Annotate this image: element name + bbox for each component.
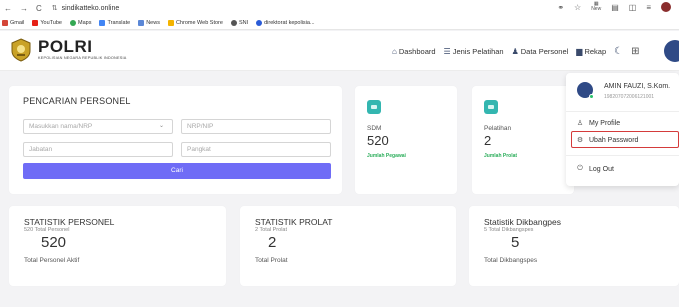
polri-logo-icon[interactable] [10, 38, 32, 62]
extensions-icon[interactable]: ◫ [629, 3, 637, 12]
nav-jenis-pelatihan[interactable]: ☰ Jenis Pelatihan [444, 47, 504, 56]
tile-subtitle: Jumlah Pegawai [367, 153, 406, 159]
brand-subtitle: KEPOLISIAN NEGARA REPUBLIK INDONESIA [38, 56, 127, 60]
online-status-icon [589, 94, 594, 99]
bookmark-maps[interactable]: Maps [70, 19, 91, 26]
user-icon: ♙ [576, 120, 584, 127]
reload-icon[interactable]: C [36, 4, 42, 13]
profile-name: AMIN FAUZI, S.Kom. [604, 83, 671, 90]
tile-subtitle: Jumlah Prolat [484, 153, 518, 159]
power-icon: ⏻ [577, 165, 583, 172]
nrp-input[interactable]: NRP/NIP [181, 119, 331, 134]
address-bar[interactable]: ⇅ sindikatteko.online [52, 4, 120, 13]
globe-icon [230, 19, 237, 26]
stat-dikbangpes-card: Statistik Dikbangpes 5 Total Dikbangspes… [469, 206, 679, 286]
site-info-icon[interactable]: ⇅ [52, 4, 58, 12]
back-arrow-icon[interactable]: ← [4, 4, 12, 13]
avatar [577, 82, 594, 99]
stat-subtitle: 5 Total Dikbangspes [484, 227, 534, 233]
pangkat-input[interactable]: Pangkat [181, 142, 331, 157]
sdm-icon [367, 100, 381, 114]
stat-title: STATISTIK PERSONEL [24, 217, 115, 227]
stat-footer: Total Prolat [255, 257, 288, 264]
nav-dashboard[interactable]: ⌂ Dashboard [392, 47, 436, 56]
ubah-password-link[interactable]: ⚙ Ubah Password [576, 136, 639, 145]
nav-data-personel[interactable]: ♟ Data Personel [512, 47, 569, 56]
brand[interactable]: POLRI KEPOLISIAN NEGARA REPUBLIK INDONES… [38, 37, 127, 60]
main-nav: ⌂ Dashboard ☰ Jenis Pelatihan ♟ Data Person… [392, 31, 640, 71]
name-select[interactable]: Masukkan nama/NRP ⌄ [23, 119, 173, 134]
stat-value: 520 [41, 234, 67, 251]
bookmark-youtube[interactable]: YouTube [32, 19, 62, 26]
stat-subtitle: 520 Total Personel [24, 227, 70, 233]
search-button[interactable]: Cari [23, 163, 331, 179]
bookmark-news[interactable]: News [138, 19, 160, 26]
site-favicon-icon [256, 19, 263, 26]
tile-value: 520 [367, 133, 389, 148]
browser-toolbar: ← → C ⇅ sindikatteko.online ⚭ ☆ ▦ New ▤ ◫… [0, 0, 679, 16]
chevron-down-icon: ⌄ [158, 123, 164, 129]
grid-icon[interactable]: ⊞ [631, 46, 639, 57]
stat-subtitle: 2 Total Prolat [255, 227, 288, 233]
nav-rekap[interactable]: ▆ Rekap [576, 47, 606, 56]
browser-nav: ← → C [4, 4, 42, 13]
password-key-icon[interactable]: ⚭ [557, 3, 564, 12]
report-icon: ▆ [576, 46, 583, 56]
profile-nip: 198207072006121001 [604, 94, 655, 100]
home-icon: ⌂ [392, 46, 397, 56]
list-icon: ☰ [443, 46, 451, 56]
new-feature-icon[interactable]: ▦ New [591, 2, 601, 12]
divider [566, 155, 679, 156]
moon-icon[interactable]: ☾ [614, 46, 623, 57]
settings-icon: ⚙ [576, 137, 584, 144]
avatar[interactable] [664, 40, 679, 62]
bookmark-star-icon[interactable]: ☆ [574, 3, 581, 12]
search-card: PENCARIAN PERSONEL Masukkan nama/NRP ⌄ N… [9, 86, 342, 194]
bookmark-sni[interactable]: SNI [230, 19, 248, 26]
stat-footer: Total Dikbangspes [484, 257, 538, 264]
tile-label: SDM [367, 125, 382, 132]
stat-title: STATISTIK PROLAT [255, 217, 333, 227]
translate-icon [99, 19, 106, 26]
tile-sdm: SDM 520 Jumlah Pegawai [355, 86, 457, 194]
bookmark-translate[interactable]: Translate [99, 19, 130, 26]
tile-pelatihan: Pelatihan 2 Jumlah Prolat [472, 86, 574, 194]
browser-profile-icon[interactable] [661, 2, 671, 12]
search-title: PENCARIAN PERSONEL [23, 96, 131, 106]
my-profile-link[interactable]: ♙ My Profile [576, 119, 620, 128]
tile-label: Pelatihan [484, 125, 512, 132]
app-header: POLRI KEPOLISIAN NEGARA REPUBLIK INDONES… [0, 31, 679, 71]
bookmark-gmail[interactable]: Gmail [2, 19, 24, 26]
youtube-icon [32, 19, 39, 26]
url-text[interactable]: sindikatteko.online [62, 5, 120, 12]
web-store-icon [167, 19, 174, 26]
gmail-icon [2, 19, 8, 26]
stat-title: Statistik Dikbangpes [484, 217, 562, 227]
stat-footer: Total Personel Aktif [24, 257, 80, 264]
jabatan-input[interactable]: Jabatan [23, 142, 173, 157]
browser-actions: ⚭ ☆ ▦ New ▤ ◫ ≡ [557, 2, 671, 12]
log-out-link[interactable]: ⏻ Log Out [576, 165, 614, 173]
bookmark-direktorat[interactable]: direktorat kepolisia... [256, 19, 315, 26]
pelatihan-icon [484, 100, 498, 114]
maps-icon [70, 19, 76, 26]
divider [566, 111, 679, 112]
stat-prolat-card: STATISTIK PROLAT 2 Total Prolat 2 Total … [240, 206, 456, 286]
users-icon: ♟ [511, 46, 519, 56]
media-icon[interactable]: ▤ [611, 3, 619, 12]
brand-name: POLRI [38, 37, 93, 56]
stat-value: 5 [511, 234, 520, 251]
profile-dropdown: AMIN FAUZI, S.Kom. 198207072006121001 ♙ … [566, 73, 679, 186]
bookmark-chrome-web-store[interactable]: Chrome Web Store [167, 19, 223, 26]
bookmarks-bar: Gmail YouTube Maps Translate News Chrome… [0, 16, 679, 30]
tile-value: 2 [484, 133, 492, 148]
sidebar-icon[interactable]: ≡ [646, 3, 651, 12]
stat-value: 2 [268, 234, 277, 251]
forward-arrow-icon[interactable]: → [20, 4, 28, 13]
news-icon [138, 19, 145, 26]
stat-personel-card: STATISTIK PERSONEL 520 Total Personel 52… [9, 206, 226, 286]
